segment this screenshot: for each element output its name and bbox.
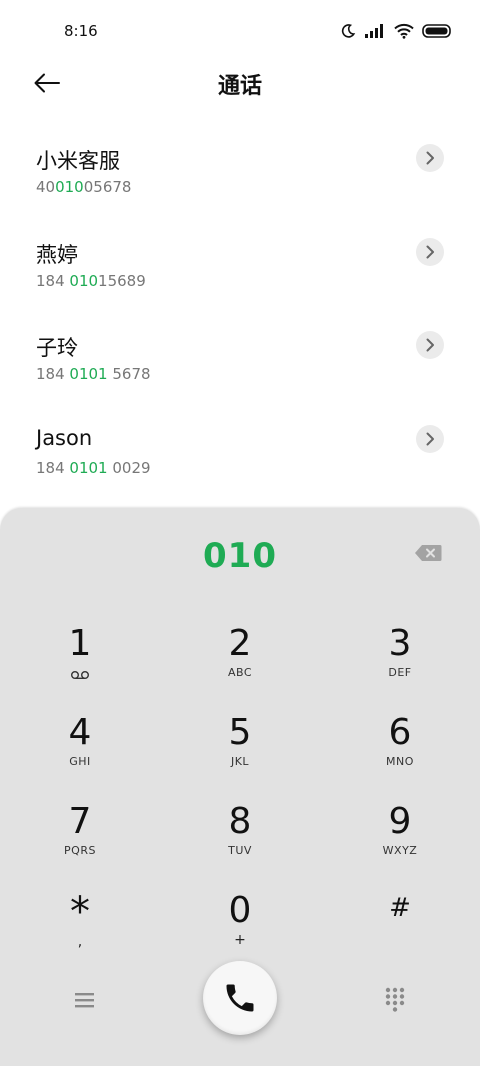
contact-number: 184 0101 0029	[36, 459, 151, 477]
number-match-highlight: 0101	[69, 365, 108, 383]
key-3[interactable]: 3 DEF	[340, 624, 460, 704]
contact-number: 184 0101 5678	[36, 365, 151, 383]
key-letters: PQRS	[64, 844, 96, 857]
contact-name: 子玲	[36, 336, 78, 360]
contact-name: Jason	[36, 425, 93, 450]
contact-item[interactable]: 子玲 184 0101 5678	[0, 312, 480, 406]
number-part: 184	[36, 365, 70, 383]
number-part: 184	[36, 271, 70, 290]
dialpad-bottom-bar	[0, 956, 480, 1046]
key-8[interactable]: 8 TUV	[180, 802, 300, 882]
number-part: 5678	[107, 365, 151, 383]
number-match-highlight: 0101	[69, 458, 108, 477]
key-2[interactable]: 2 ABC	[180, 624, 300, 704]
key-letters: JKL	[230, 755, 250, 768]
number-match-highlight: 010	[69, 271, 99, 290]
phone-icon	[226, 984, 254, 1012]
key-letters: +	[234, 932, 246, 948]
contact-item[interactable]: 燕婷 184 01015689	[0, 219, 480, 313]
key-digit: *	[70, 889, 90, 935]
number-match-highlight: 010	[55, 178, 84, 196]
backspace-button[interactable]	[412, 542, 444, 564]
contact-detail-button[interactable]	[416, 237, 444, 266]
chevron-right-icon	[426, 432, 434, 445]
call-button[interactable]	[203, 961, 277, 1035]
key-digit: 4	[68, 712, 92, 753]
dialpad-icon	[385, 987, 405, 1012]
signal-icon	[364, 23, 386, 39]
number-part: 40	[36, 178, 56, 196]
key-letters: GHI	[69, 755, 91, 768]
contact-name: 燕婷	[36, 242, 78, 267]
dialpad: 010 1 2 ABC 3 DEF 4 GHI 5 JKL 6 MNO 7 PQ…	[0, 508, 480, 1066]
backspace-icon	[415, 545, 442, 561]
status-time: 8:16	[64, 22, 98, 40]
chevron-right-icon	[426, 338, 434, 352]
key-7[interactable]: 7 PQRS	[20, 802, 140, 882]
number-part: 184	[36, 458, 70, 477]
key-4[interactable]: 4 GHI	[20, 713, 140, 793]
key-letters: DEF	[388, 666, 412, 679]
contact-detail-button[interactable]	[416, 424, 444, 453]
menu-icon	[75, 993, 94, 1008]
number-part: 15689	[98, 271, 146, 290]
contact-detail-button[interactable]	[416, 331, 444, 359]
dialed-number: 010	[203, 536, 277, 576]
contact-item[interactable]: 小米客服 4001005678	[0, 125, 480, 219]
menu-button[interactable]	[70, 988, 100, 1012]
wifi-icon	[394, 23, 414, 39]
key-digit: 8	[228, 801, 252, 842]
status-bar: 8:16	[0, 0, 480, 62]
key-letters: ,	[77, 934, 83, 950]
key-letters: TUV	[228, 844, 252, 857]
key-digit: 2	[228, 623, 252, 664]
key-5[interactable]: 5 JKL	[180, 713, 300, 793]
chevron-right-icon	[426, 151, 434, 165]
key-digit: 1	[68, 623, 92, 664]
battery-icon	[422, 23, 452, 39]
key-letters: MNO	[386, 755, 414, 768]
chevron-right-icon	[426, 245, 434, 258]
key-digit: 0	[228, 890, 252, 931]
key-letters: ABC	[227, 666, 253, 679]
key-9[interactable]: 9 WXYZ	[340, 802, 460, 882]
key-1[interactable]: 1	[20, 624, 140, 704]
contact-list: 小米客服 4001005678 燕婷 184 01015689 子玲 184 0…	[0, 125, 480, 499]
contact-number: 4001005678	[36, 178, 131, 196]
number-part: 0029	[107, 458, 151, 477]
voicemail-icon	[20, 666, 140, 680]
key-digit: 7	[68, 801, 92, 842]
moon-icon	[340, 23, 356, 39]
contact-number: 184 01015689	[36, 272, 146, 290]
key-letters: WXYZ	[382, 844, 418, 857]
header: 通话	[0, 62, 480, 104]
key-digit: 5	[228, 712, 252, 753]
status-icons	[340, 22, 452, 40]
key-digit: #	[389, 893, 411, 923]
contact-item[interactable]: Jason 184 0101 0029	[0, 406, 480, 500]
number-part: 05678	[83, 178, 132, 196]
dialpad-toggle-button[interactable]	[382, 986, 408, 1014]
page-title: 通话	[217, 74, 262, 99]
key-digit: 6	[388, 712, 412, 753]
key-digit: 9	[388, 801, 412, 842]
key-6[interactable]: 6 MNO	[340, 713, 460, 793]
key-digit: 3	[388, 623, 412, 664]
contact-name: 小米客服	[36, 149, 120, 173]
contact-detail-button[interactable]	[416, 144, 444, 172]
